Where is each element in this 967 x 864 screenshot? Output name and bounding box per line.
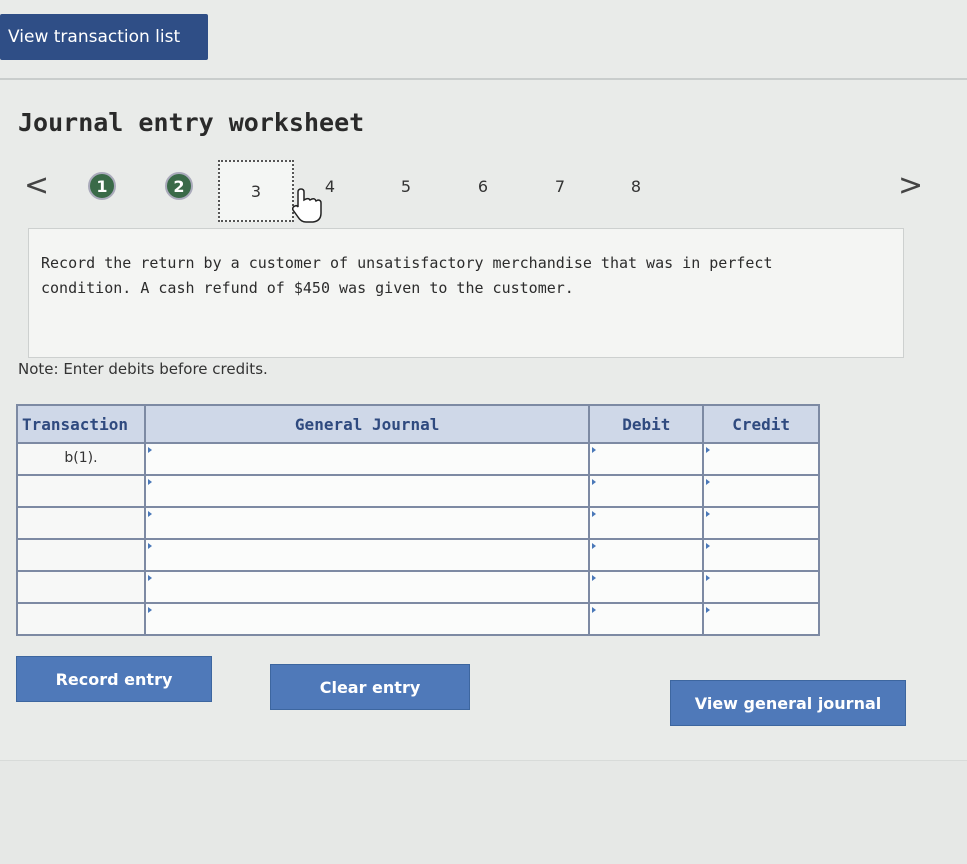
step-6[interactable]: 6 xyxy=(469,172,497,200)
table-row xyxy=(16,474,820,508)
page-title: Journal entry worksheet xyxy=(18,108,365,137)
step-5[interactable]: 5 xyxy=(392,172,420,200)
header-general-journal: General Journal xyxy=(143,404,591,444)
table-row xyxy=(16,602,820,636)
table-row xyxy=(16,538,820,572)
view-general-journal-button[interactable]: View general journal xyxy=(670,680,906,726)
account-input[interactable] xyxy=(145,508,589,538)
account-input[interactable] xyxy=(145,540,589,570)
debit-input[interactable] xyxy=(590,444,703,474)
journal-table: Transaction General Journal Debit Credit… xyxy=(16,404,820,636)
debit-input[interactable] xyxy=(590,476,703,506)
debit-input[interactable] xyxy=(590,572,703,602)
step-navigator: < 1 2 3 4 5 6 7 8 > xyxy=(0,160,967,222)
account-input[interactable] xyxy=(145,444,589,474)
step-3[interactable]: 3 xyxy=(218,160,294,222)
table-row xyxy=(16,570,820,604)
step-7[interactable]: 7 xyxy=(546,172,574,200)
account-input[interactable] xyxy=(145,604,589,634)
header-credit: Credit xyxy=(702,404,820,444)
transaction-cell: b(1). xyxy=(16,442,146,476)
prev-arrow-icon[interactable]: < xyxy=(24,168,49,203)
prompt-text: Record the return by a customer of unsat… xyxy=(41,254,773,297)
transaction-cell xyxy=(16,474,146,508)
debit-input[interactable] xyxy=(590,604,703,634)
view-transaction-list-button[interactable]: View transaction list xyxy=(0,14,208,60)
record-entry-button[interactable]: Record entry xyxy=(16,656,212,702)
header-debit: Debit xyxy=(588,404,705,444)
account-input[interactable] xyxy=(145,476,589,506)
header-transaction: Transaction xyxy=(16,404,146,444)
transaction-cell xyxy=(16,538,146,572)
table-row: b(1). xyxy=(16,442,820,476)
step-8[interactable]: 8 xyxy=(622,172,650,200)
note-text: Note: Enter debits before credits. xyxy=(18,360,268,378)
step-2[interactable]: 2 xyxy=(165,172,193,200)
footer-area xyxy=(0,760,967,864)
credit-input[interactable] xyxy=(704,572,818,602)
transaction-cell xyxy=(16,602,146,636)
divider xyxy=(0,78,967,80)
credit-input[interactable] xyxy=(704,604,818,634)
credit-input[interactable] xyxy=(704,476,818,506)
credit-input[interactable] xyxy=(704,444,818,474)
clear-entry-button[interactable]: Clear entry xyxy=(270,664,470,710)
next-arrow-icon[interactable]: > xyxy=(898,168,923,203)
account-input[interactable] xyxy=(145,572,589,602)
prompt-box: Record the return by a customer of unsat… xyxy=(28,228,904,358)
step-1[interactable]: 1 xyxy=(88,172,116,200)
debit-input[interactable] xyxy=(590,540,703,570)
credit-input[interactable] xyxy=(704,508,818,538)
table-row xyxy=(16,506,820,540)
hand-cursor-icon xyxy=(292,188,322,223)
transaction-cell xyxy=(16,570,146,604)
transaction-cell xyxy=(16,506,146,540)
credit-input[interactable] xyxy=(704,540,818,570)
debit-input[interactable] xyxy=(590,508,703,538)
